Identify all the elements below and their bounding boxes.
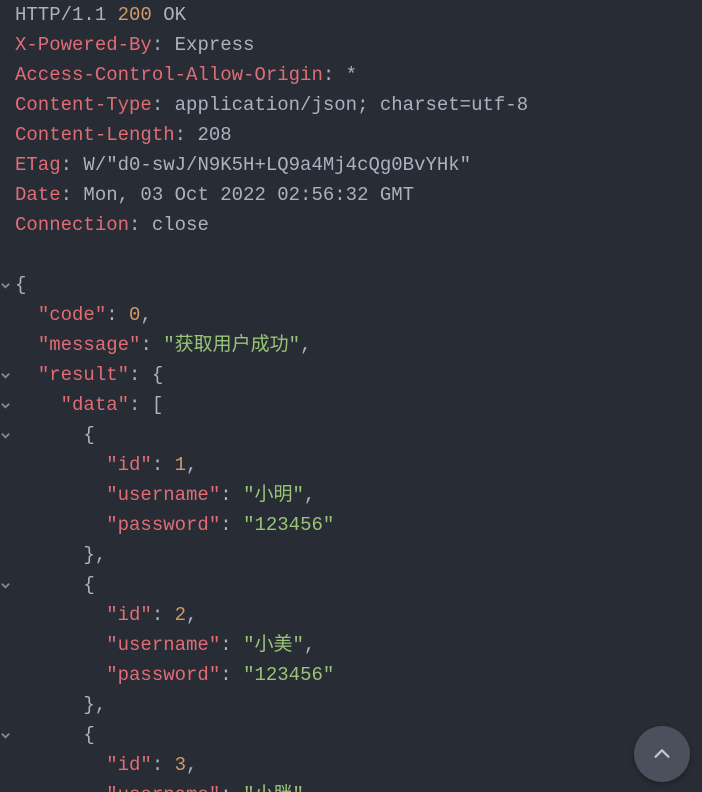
json-value: 123456	[254, 664, 322, 686]
scroll-to-top-button[interactable]	[634, 726, 690, 782]
json-prop-id: "id": 1,	[0, 450, 702, 480]
http-reason: OK	[163, 4, 186, 26]
json-value: 获取用户成功	[175, 334, 289, 356]
json-value: 0	[129, 304, 140, 326]
header-row: Content-Length: 208	[0, 120, 702, 150]
header-name: Content-Length	[15, 124, 175, 146]
json-array-item-open: {	[0, 720, 702, 750]
header-name: Content-Type	[15, 94, 152, 116]
json-value: 1	[175, 454, 186, 476]
collapse-toggle[interactable]	[0, 721, 15, 751]
collapse-toggle[interactable]	[0, 571, 15, 601]
collapse-toggle[interactable]	[0, 361, 15, 391]
json-prop-data: "data": [	[0, 390, 702, 420]
json-value: 小胖	[254, 784, 292, 792]
header-row: Content-Type: application/json; charset=…	[0, 90, 702, 120]
json-prop-username: "username": "小美",	[0, 630, 702, 660]
header-value: W/"d0-swJ/N9K5H+LQ9a4Mj4cQg0BvYHk"	[83, 154, 471, 176]
header-value: 208	[197, 124, 231, 146]
json-prop-id: "id": 2,	[0, 600, 702, 630]
header-name: Access-Control-Allow-Origin	[15, 64, 323, 86]
header-row: ETag: W/"d0-swJ/N9K5H+LQ9a4Mj4cQg0BvYHk"	[0, 150, 702, 180]
header-row: Connection: close	[0, 210, 702, 240]
json-prop-username: "username": "小胖"	[0, 780, 702, 792]
json-prop-username: "username": "小明",	[0, 480, 702, 510]
json-array-item-open: {	[0, 420, 702, 450]
header-name: Connection	[15, 214, 129, 236]
json-value: 2	[175, 604, 186, 626]
header-value: close	[152, 214, 209, 236]
json-prop-password: "password": "123456"	[0, 510, 702, 540]
header-name: Date	[15, 184, 61, 206]
json-prop-id: "id": 3,	[0, 750, 702, 780]
http-status-code: 200	[118, 4, 152, 26]
json-array-item-open: {	[0, 570, 702, 600]
http-protocol: HTTP/1.1	[15, 4, 106, 26]
json-prop-password: "password": "123456"	[0, 660, 702, 690]
json-prop-result: "result": {	[0, 360, 702, 390]
header-value: Express	[175, 34, 255, 56]
json-value: 小明	[254, 484, 292, 506]
json-array-item-close: },	[0, 690, 702, 720]
chevron-up-icon	[651, 743, 673, 765]
http-status-line: HTTP/1.1 200 OK	[0, 0, 702, 30]
header-name: ETag	[15, 154, 61, 176]
json-value: 3	[175, 754, 186, 776]
header-name: X-Powered-By	[15, 34, 152, 56]
json-value: 123456	[254, 514, 322, 536]
collapse-toggle[interactable]	[0, 391, 15, 421]
header-row: X-Powered-By: Express	[0, 30, 702, 60]
json-prop-message: "message": "获取用户成功",	[0, 330, 702, 360]
collapse-toggle[interactable]	[0, 421, 15, 451]
json-prop-code: "code": 0,	[0, 300, 702, 330]
blank-line	[0, 240, 702, 270]
json-open-brace: {	[0, 270, 702, 300]
header-row: Access-Control-Allow-Origin: *	[0, 60, 702, 90]
header-value: application/json; charset=utf-8	[175, 94, 528, 116]
json-value: 小美	[254, 634, 292, 656]
header-value: *	[346, 64, 357, 86]
http-response-viewer: HTTP/1.1 200 OK X-Powered-By: Express Ac…	[0, 0, 702, 792]
json-array-item-close: },	[0, 540, 702, 570]
header-row: Date: Mon, 03 Oct 2022 02:56:32 GMT	[0, 180, 702, 210]
collapse-toggle[interactable]	[0, 271, 15, 301]
header-value: Mon, 03 Oct 2022 02:56:32 GMT	[83, 184, 414, 206]
